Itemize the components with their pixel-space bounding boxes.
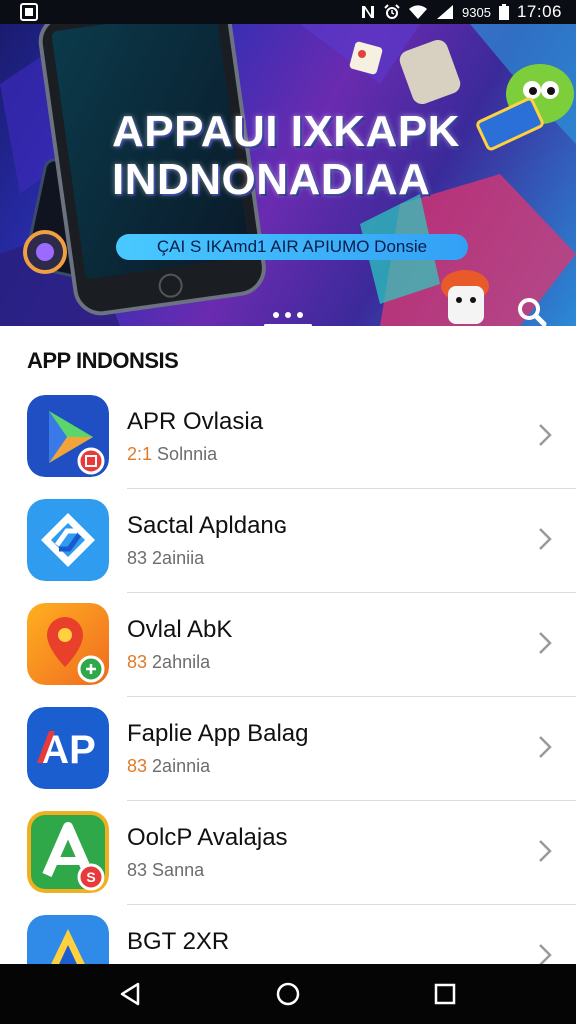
recents-icon[interactable] <box>431 980 459 1008</box>
app-subtitle-text: 2ahnila <box>152 652 211 672</box>
arrows-diamond-icon <box>27 499 109 581</box>
svg-text:S: S <box>86 869 95 885</box>
chevron-right-icon[interactable] <box>536 734 554 760</box>
app-name: Sactal Apldanɢ <box>127 512 288 539</box>
wifi-icon <box>409 5 428 19</box>
carousel-dot[interactable] <box>285 312 291 318</box>
list-item[interactable]: S OolcP Avalajas 83 Sanna <box>0 808 576 912</box>
app-name: BGT 2XR <box>127 928 230 955</box>
chevron-right-icon[interactable] <box>536 838 554 864</box>
clock: 17:06 <box>516 2 562 21</box>
battery-text: 9305 <box>462 4 491 20</box>
app-subtitle: 83 2ahnila <box>127 652 210 673</box>
banner-title-line2: INDNONADIAA <box>112 155 431 204</box>
divider <box>127 800 576 801</box>
play-triangle-icon <box>27 395 109 477</box>
app-rating-number: 83 <box>127 756 148 776</box>
carousel-dot[interactable] <box>273 312 279 318</box>
chevron-right-icon[interactable] <box>536 630 554 656</box>
banner-subtitle: ÇAI S IKAmd1 AIR APIUMO Donsie <box>116 234 468 260</box>
app-name: APR Ovlasia <box>127 408 264 435</box>
hero-banner[interactable]: APPAUI IXKAPK INDNONADIAA ÇAI S IKAmd1 A… <box>0 24 576 326</box>
home-icon[interactable] <box>274 980 302 1008</box>
carousel-indicator[interactable] <box>264 306 312 326</box>
list-item[interactable]: APR Ovlasia 2:1 Solnnia <box>0 392 576 496</box>
divider <box>127 696 576 697</box>
app-name: Ovlal AbK <box>127 616 233 643</box>
search-icon[interactable] <box>514 294 550 326</box>
app-subtitle: 83 2ainnia <box>127 756 210 777</box>
app-rating-number: 2:1 <box>127 444 153 464</box>
app-name: Faplie App Balag <box>127 720 309 747</box>
app-rating-number: 83 <box>127 860 148 880</box>
app-subtitle-text: 2ainnia <box>152 756 211 776</box>
app-rating-number: 83 <box>127 548 148 568</box>
list-item[interactable]: Sactal Apldanɢ 83 2ainiia <box>0 496 576 600</box>
app-name: OolcP Avalajas <box>127 824 288 851</box>
alarm-icon <box>384 4 400 19</box>
nfc-icon <box>362 6 375 18</box>
battery-icon <box>498 4 509 20</box>
status-bar: 9305 17:06 <box>0 0 576 24</box>
divider <box>127 904 576 905</box>
app-subtitle: 83 Sanna <box>127 860 204 881</box>
a-letter-icon: S <box>27 811 109 893</box>
divider <box>127 488 576 489</box>
navigation-bar <box>0 964 576 1024</box>
carousel-dot[interactable] <box>297 312 303 318</box>
app-list: APR Ovlasia 2:1 Solnnia Sactal Apldanɢ 8… <box>0 392 576 1016</box>
app-subtitle: 83 2ainiia <box>127 548 204 569</box>
back-icon[interactable] <box>116 980 144 1008</box>
section-title: APP INDONSIS <box>27 348 179 373</box>
app-subtitle-text: Solnnia <box>157 444 218 464</box>
list-item[interactable]: Ovlal AbK 83 2ahnila <box>0 600 576 704</box>
app-subtitle: 2:1 Solnnia <box>127 444 217 465</box>
carousel-active-bar <box>264 324 312 326</box>
divider <box>127 592 576 593</box>
map-pin-icon <box>27 603 109 685</box>
app-subtitle-text: Sanna <box>152 860 205 880</box>
banner-title-line1: APPAUI IXKAPK <box>112 107 460 156</box>
chevron-right-icon[interactable] <box>536 422 554 448</box>
banner-title: APPAUI IXKAPK INDNONADIAA <box>112 108 512 204</box>
signal-icon <box>437 5 454 19</box>
app-rating-number: 83 <box>127 652 148 672</box>
chevron-right-icon[interactable] <box>536 526 554 552</box>
ap-letters-icon: AP <box>27 707 109 789</box>
gallery-icon <box>20 3 38 21</box>
app-subtitle-text: 2ainiia <box>152 548 205 568</box>
list-item[interactable]: AP Faplie App Balag 83 2ainnia <box>0 704 576 808</box>
